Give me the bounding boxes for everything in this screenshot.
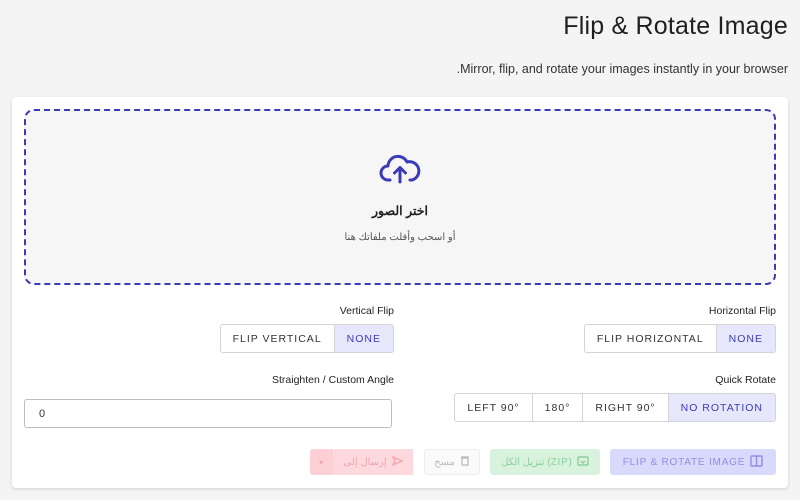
vertical-none-option[interactable]: NONE bbox=[333, 325, 393, 352]
rotate-left-90-option[interactable]: LEFT 90° bbox=[455, 394, 531, 421]
send-to-button[interactable]: إرسال إلى bbox=[333, 449, 413, 475]
cloud-upload-icon bbox=[379, 153, 421, 190]
clear-button[interactable]: مسح bbox=[424, 449, 480, 475]
rotate-180-option[interactable]: 180° bbox=[531, 394, 583, 421]
flip-rotate-button-label: FLIP & ROTATE IMAGE bbox=[622, 456, 746, 468]
dropzone-subtitle: أو اسحب وأفلت ملفاتك هنا bbox=[344, 232, 456, 243]
send-icon bbox=[391, 455, 404, 469]
flip-rotate-button[interactable]: FLIP & ROTATE IMAGE bbox=[610, 449, 776, 475]
trash-icon bbox=[460, 455, 470, 469]
download-zip-button[interactable]: تنزيل الكل (ZIP) bbox=[490, 449, 600, 475]
no-rotation-option[interactable]: NO ROTATION bbox=[667, 394, 775, 421]
quick-rotate-toggle: LEFT 90° 180° RIGHT 90° NO ROTATION bbox=[454, 393, 776, 422]
flip-vertical-option[interactable]: FLIP VERTICAL bbox=[221, 325, 334, 352]
custom-angle-label: Straighten / Custom Angle bbox=[272, 374, 394, 386]
clear-button-label: مسح bbox=[434, 456, 455, 468]
horizontal-none-option[interactable]: NONE bbox=[715, 325, 775, 352]
tool-card: اختر الصور أو اسحب وأفلت ملفاتك هنا Hori… bbox=[12, 97, 788, 488]
custom-angle-input[interactable] bbox=[24, 399, 392, 428]
send-to-dropdown-button[interactable]: ▾ bbox=[310, 449, 333, 475]
quick-rotate-label: Quick Rotate bbox=[715, 374, 776, 386]
page-subtitle: .Mirror, flip, and rotate your images in… bbox=[456, 62, 788, 76]
file-dropzone[interactable]: اختر الصور أو اسحب وأفلت ملفاتك هنا bbox=[24, 109, 776, 285]
download-icon bbox=[577, 455, 589, 469]
caret-down-icon: ▾ bbox=[319, 457, 324, 467]
compare-icon bbox=[750, 454, 763, 470]
send-to-label: إرسال إلى bbox=[343, 456, 387, 468]
page-title: Flip & Rotate Image bbox=[563, 12, 788, 40]
dropzone-title: اختر الصور bbox=[372, 204, 428, 218]
vertical-flip-toggle: FLIP VERTICAL NONE bbox=[219, 324, 394, 353]
download-zip-label: تنزيل الكل (ZIP) bbox=[501, 456, 572, 468]
vertical-flip-label: Vertical Flip bbox=[339, 305, 394, 317]
horizontal-flip-toggle: FLIP HORIZONTAL NONE bbox=[583, 324, 776, 353]
horizontal-flip-label: Horizontal Flip bbox=[708, 305, 776, 317]
flip-horizontal-option[interactable]: FLIP HORIZONTAL bbox=[585, 325, 716, 352]
rotate-right-90-option[interactable]: RIGHT 90° bbox=[582, 394, 667, 421]
